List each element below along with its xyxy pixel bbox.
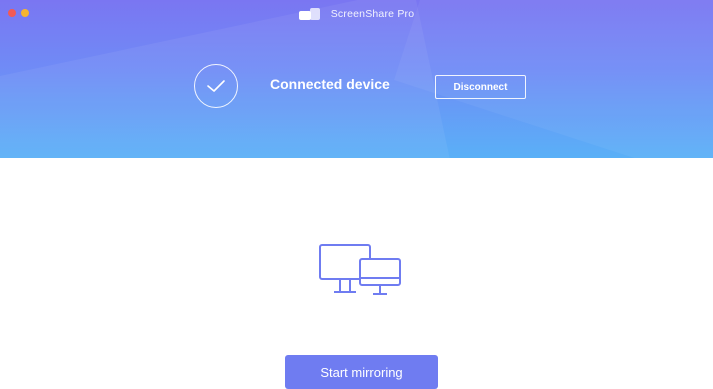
app-logo-icon: [298, 8, 321, 20]
status-label: Connected device: [270, 76, 390, 92]
title-bar: ScreenShare Pro: [0, 8, 713, 20]
connection-status: Connected device Disconnect: [0, 64, 713, 112]
app-window: ScreenShare Pro Connected device Disconn…: [0, 0, 713, 389]
start-mirroring-button[interactable]: Start mirroring: [285, 355, 438, 389]
desktop-monitors-icon: [318, 243, 404, 299]
window-title: ScreenShare Pro: [330, 8, 415, 20]
header-banner: ScreenShare Pro Connected device Disconn…: [0, 0, 713, 158]
check-circle-icon: [194, 64, 238, 108]
disconnect-button[interactable]: Disconnect: [435, 75, 526, 99]
